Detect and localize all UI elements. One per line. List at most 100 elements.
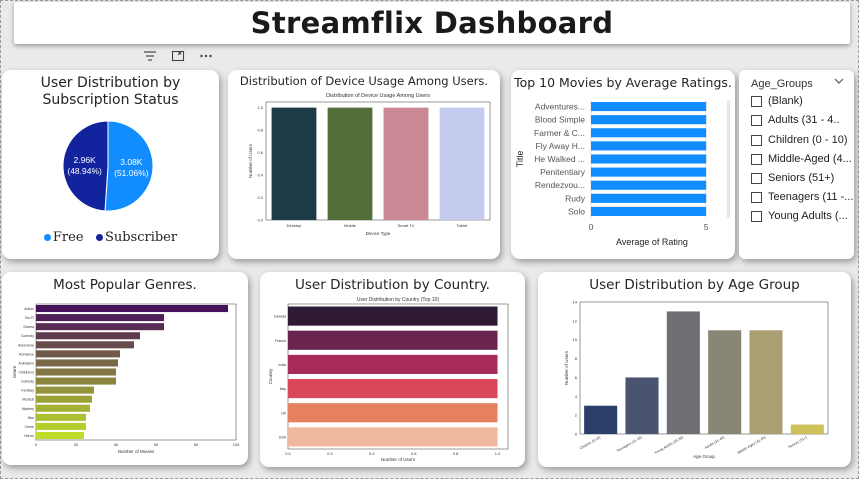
checkbox-icon[interactable] bbox=[751, 172, 762, 184]
age-groups-slicer[interactable]: Age_Groups (Blank) Adults (31 - 4.. Chil… bbox=[739, 70, 854, 259]
country-bar bbox=[288, 306, 498, 326]
device-inner-title: Distribution of Device Usage Among Users bbox=[326, 93, 430, 99]
genres-x-tick: 40 bbox=[114, 442, 119, 447]
genre-label: Animation bbox=[18, 361, 34, 365]
genre-bar bbox=[36, 359, 118, 367]
movies-scrollbar bbox=[727, 100, 730, 218]
top-movies-chart: Adventures... Blood Simple Farmer & C... Fl… bbox=[515, 100, 730, 247]
age-tick-label: Children (0-10) bbox=[579, 435, 601, 450]
device-y-axis-label: Number of Users bbox=[248, 143, 253, 178]
genre-bar bbox=[36, 404, 90, 412]
genre-label: Sci-Fi bbox=[25, 316, 34, 320]
checkbox-icon[interactable] bbox=[751, 95, 762, 107]
movie-bar bbox=[591, 193, 707, 203]
focus-mode-icon[interactable] bbox=[171, 49, 185, 67]
filter-icon[interactable] bbox=[143, 49, 157, 67]
genre-label: Comedy bbox=[21, 380, 34, 384]
movie-title-label: He Walked ... bbox=[534, 154, 585, 164]
slicer-title: Age_Groups bbox=[751, 78, 813, 90]
genre-bar bbox=[36, 314, 164, 322]
checkbox-icon[interactable] bbox=[751, 134, 762, 146]
legend-free-dot bbox=[43, 233, 51, 241]
movies-x-tick: 5 bbox=[704, 222, 709, 232]
genre-label: Crime bbox=[25, 425, 34, 429]
device-y-tick: 1.0 bbox=[257, 105, 263, 110]
genre-bar bbox=[36, 395, 92, 403]
movie-title-label: Fly Away H... bbox=[536, 141, 585, 151]
country-plot-frame bbox=[287, 303, 509, 450]
checkbox-icon[interactable] bbox=[751, 191, 762, 203]
slicer-item-middle-aged[interactable]: Middle-Aged (4... bbox=[751, 153, 852, 165]
movie-bar bbox=[591, 128, 707, 138]
popular-genres-card[interactable]: Most Popular Genres. Action Sci-Fi Drama Co… bbox=[2, 272, 248, 465]
genres-x-tick: 60 bbox=[154, 442, 159, 447]
legend-free-label: Free bbox=[52, 230, 84, 245]
device-usage-card[interactable]: Distribution of Device Usage Among Users… bbox=[228, 70, 500, 259]
popular-genres-card-title: Most Popular Genres. bbox=[53, 277, 197, 293]
device-bar bbox=[327, 107, 373, 220]
country-x-tick: 0.6 bbox=[411, 451, 417, 456]
device-y-tick: 0.8 bbox=[257, 128, 263, 133]
subscription-card[interactable]: User Distribution by Subscription Status… bbox=[2, 70, 219, 259]
movie-bar bbox=[591, 102, 707, 112]
movies-x-tick: 0 bbox=[589, 222, 594, 232]
device-usage-card-title: Distribution of Device Usage Among Users… bbox=[239, 74, 489, 88]
genre-label: Adventure bbox=[18, 343, 34, 347]
age-y-tick: 10 bbox=[573, 337, 578, 342]
slicer-item-teenagers[interactable]: Teenagers (11 -... bbox=[751, 191, 853, 203]
country-bar bbox=[288, 354, 498, 374]
checkbox-icon[interactable] bbox=[751, 114, 762, 126]
movie-bar bbox=[591, 154, 707, 164]
genre-label: Children's bbox=[19, 371, 35, 375]
country-card[interactable]: User Distribution by Country. User Distr… bbox=[260, 272, 525, 467]
genre-label: Fantasy bbox=[22, 389, 35, 393]
movie-title-label: Farmer & C... bbox=[534, 128, 585, 138]
chevron-down-icon[interactable] bbox=[834, 76, 844, 88]
age-bar bbox=[790, 424, 824, 434]
genre-bar bbox=[36, 323, 164, 331]
dashboard-title-banner: Streamflix Dashboard bbox=[14, 2, 850, 44]
age-y-tick: 8 bbox=[575, 356, 578, 361]
device-bar bbox=[439, 107, 485, 220]
subscription-pie-chart: 3.08K(51.06%) 2.96K(48.94%) bbox=[62, 120, 154, 212]
dashboard-title: Streamflix Dashboard bbox=[250, 6, 614, 40]
slicer-item-young-adults[interactable]: Young Adults (... bbox=[751, 210, 848, 222]
device-y-tick: 0.4 bbox=[257, 173, 263, 178]
checkbox-icon[interactable] bbox=[751, 210, 762, 222]
more-options-icon[interactable] bbox=[199, 49, 213, 67]
country-label: Canada bbox=[274, 315, 286, 319]
slicer-item-seniors[interactable]: Seniors (51+) bbox=[751, 172, 834, 184]
checkbox-icon[interactable] bbox=[751, 153, 762, 165]
movie-title-label: Penitentiary bbox=[540, 167, 586, 177]
movies-y-axis-label: Title bbox=[515, 151, 525, 168]
age-bar bbox=[749, 330, 783, 434]
age-bar bbox=[584, 405, 618, 434]
country-label: India bbox=[278, 363, 286, 367]
top-movies-card[interactable]: Top 10 Movies by Average Ratings. Advent… bbox=[511, 70, 735, 259]
slicer-item-blank[interactable]: (Blank) bbox=[751, 95, 803, 107]
device-tick-label: Desktop bbox=[287, 223, 302, 228]
pie-percent-label: (51.06%) bbox=[114, 168, 149, 178]
age-group-card[interactable]: User Distribution by Age Group Children … bbox=[538, 272, 851, 467]
movie-title-label: Rendezvou... bbox=[535, 180, 585, 190]
country-x-axis-label: Number of Users bbox=[381, 457, 416, 462]
country-bar bbox=[288, 427, 498, 447]
movie-title-label: Solo bbox=[568, 206, 585, 216]
genres-y-axis-label: Genre bbox=[12, 365, 17, 378]
genres-x-tick: 0 bbox=[35, 442, 38, 447]
pie-value-label: 2.96K bbox=[74, 155, 97, 165]
country-x-tick: 0.8 bbox=[453, 451, 459, 456]
slicer-item-adults[interactable]: Adults (31 - 4.. bbox=[751, 114, 840, 126]
slicer-item-label: Teenagers (11 -... bbox=[768, 191, 854, 203]
genre-label: Musical bbox=[22, 398, 34, 402]
age-y-axis-label: Number of Users bbox=[564, 350, 569, 385]
genre-label: Mystery bbox=[22, 407, 35, 411]
slicer-item-children[interactable]: Children (0 - 10) bbox=[751, 134, 847, 146]
subscription-title-line1: User Distribution by bbox=[40, 75, 181, 91]
genre-bar bbox=[36, 431, 84, 439]
genre-bar bbox=[36, 341, 134, 349]
slicer-item-label: Young Adults (... bbox=[768, 210, 848, 222]
country-label: UK bbox=[281, 411, 287, 415]
country-label: USA bbox=[279, 435, 287, 439]
movie-bar bbox=[591, 180, 707, 190]
